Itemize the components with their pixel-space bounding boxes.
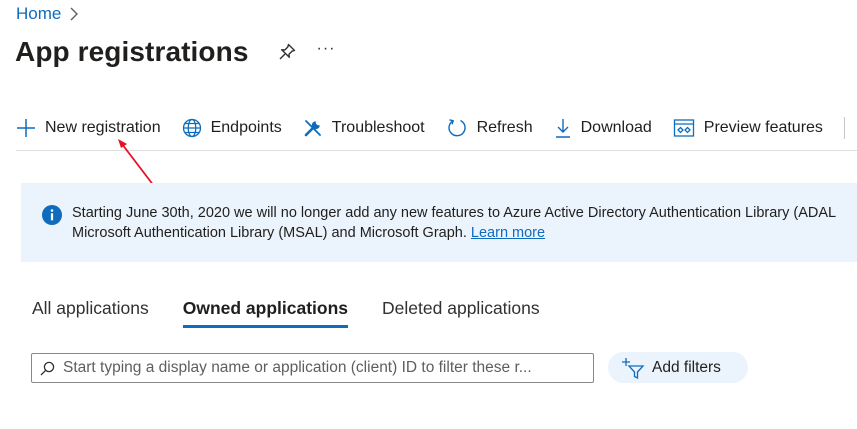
search-box [31,353,594,383]
toolbar-divider [843,117,845,139]
banner-line-1: Starting June 30th, 2020 we will no long… [72,205,837,221]
pin-icon[interactable] [277,42,297,62]
troubleshoot-button[interactable]: Troubleshoot [303,114,425,142]
tab-deleted-applications[interactable]: Deleted applications [382,298,540,328]
refresh-icon [447,119,466,137]
wrench-icon [304,120,321,137]
refresh-button[interactable]: Refresh [446,114,533,142]
chevron-right-icon [70,7,79,21]
endpoints-button[interactable]: Endpoints [182,114,282,142]
learn-more-link[interactable]: Learn more [471,225,545,241]
breadcrumb-home-link[interactable]: Home [16,4,61,24]
refresh-label: Refresh [476,119,533,136]
add-filters-label: Add filters [652,358,721,376]
download-label: Download [580,119,652,136]
plus-icon [17,119,35,137]
tab-all-applications[interactable]: All applications [32,298,149,328]
info-icon [42,205,62,225]
title-row: App registrations ··· [15,36,336,68]
download-button[interactable]: Download [554,114,652,142]
preview-features-button[interactable]: Preview features [673,114,823,142]
search-input[interactable] [63,359,583,377]
preview-icon [673,119,694,137]
download-icon [555,119,570,138]
page-title: App registrations [15,36,249,67]
banner-message: Starting June 30th, 2020 we will no long… [72,203,857,243]
search-icon [40,361,55,375]
application-tabs: All applications Owned applications Dele… [32,298,574,328]
globe-icon [182,118,201,138]
troubleshoot-label: Troubleshoot [331,119,425,136]
banner-line-2: Microsoft Authentication Library (MSAL) … [72,225,471,241]
breadcrumb: Home [16,4,79,24]
endpoints-label: Endpoints [210,119,282,136]
add-filters-button[interactable]: Add filters [608,352,748,383]
preview-features-label: Preview features [703,119,823,136]
add-filter-icon [622,357,645,379]
annotation-arrow [118,139,155,187]
info-banner: Starting June 30th, 2020 we will no long… [21,183,857,262]
more-options-button[interactable]: ··· [317,40,336,58]
tab-owned-applications[interactable]: Owned applications [182,298,349,328]
